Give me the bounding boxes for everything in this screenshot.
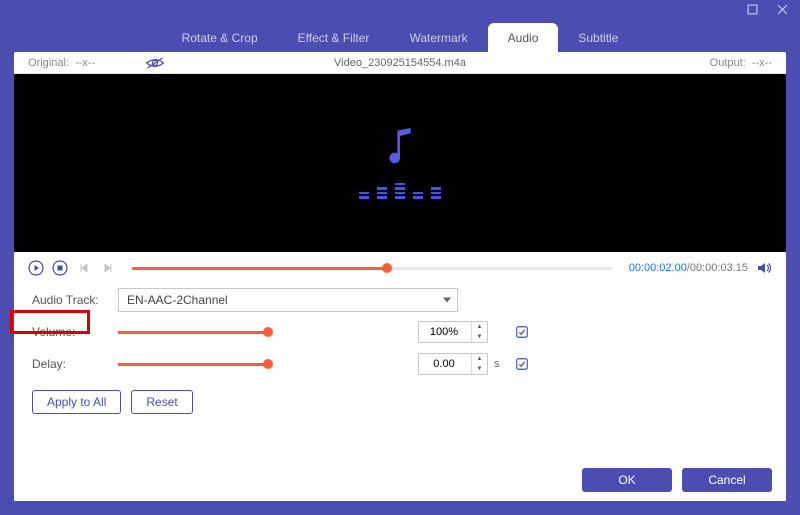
play-button[interactable] [28,260,44,276]
volume-input-wrapper: ▲▼ [418,321,488,343]
tab-strip: Rotate & Crop Effect & Filter Watermark … [0,18,800,52]
playback-progress[interactable] [132,267,613,270]
equalizer-icon [359,181,441,199]
volume-step-down[interactable]: ▼ [472,332,487,342]
next-frame-button[interactable] [100,260,116,276]
output-label: Output: [710,57,746,69]
delay-input[interactable] [419,354,469,374]
music-note-icon [383,128,417,173]
audio-track-value: EN-AAC-2Channel [127,293,228,307]
original-value: --x-- [75,57,95,69]
tab-subtitle[interactable]: Subtitle [558,23,638,52]
reset-button[interactable]: Reset [131,390,192,414]
volume-step-up[interactable]: ▲ [472,322,487,332]
tab-rotate-crop[interactable]: Rotate & Crop [162,23,278,52]
info-bar: Original: --x-- Video_230925154554.m4a O… [14,52,786,74]
prev-frame-button[interactable] [76,260,92,276]
playback-time: 00:00:02.00/00:00:03.15 [629,262,748,274]
original-dimensions: Original: --x-- [14,57,95,69]
chevron-down-icon [443,298,451,303]
video-preview [14,74,786,252]
audio-settings-form: Audio Track: EN-AAC-2Channel Volume: ▲▼ [14,280,786,424]
close-button[interactable] [770,0,794,18]
audio-track-select[interactable]: EN-AAC-2Channel [118,288,458,312]
audio-track-row: Audio Track: EN-AAC-2Channel [32,284,768,316]
cancel-button[interactable]: Cancel [682,468,772,492]
delay-row: Delay: ▲▼ s [32,348,768,380]
output-value: --x-- [752,57,772,69]
original-label: Original: [28,57,69,69]
delay-slider[interactable] [118,363,268,366]
total-time: /00:00:03.15 [687,262,748,274]
volume-row: Volume: ▲▼ [32,316,768,348]
main-panel: Original: --x-- Video_230925154554.m4a O… [14,52,786,501]
audio-track-label: Audio Track: [32,293,118,307]
form-buttons: Apply to All Reset [32,380,768,424]
filename: Video_230925154554.m4a [334,57,466,69]
playback-controls: 00:00:02.00/00:00:03.15 [14,252,786,280]
mute-button[interactable] [756,260,772,276]
delay-reset-icon[interactable] [514,356,530,372]
delay-step-down[interactable]: ▼ [472,364,487,374]
delay-input-wrapper: ▲▼ [418,353,488,375]
maximize-button[interactable] [740,0,764,18]
tab-effect-filter[interactable]: Effect & Filter [278,23,390,52]
ok-button[interactable]: OK [582,468,672,492]
preview-toggle-icon[interactable] [145,56,165,70]
volume-input[interactable] [419,322,469,342]
delay-unit: s [494,358,504,370]
delay-step-up[interactable]: ▲ [472,354,487,364]
volume-label: Volume: [32,325,118,339]
delay-label: Delay: [32,357,118,371]
tab-audio[interactable]: Audio [488,23,559,52]
current-time: 00:00:02.00 [629,262,687,274]
output-dimensions: Output: --x-- [710,57,786,69]
footer-buttons: OK Cancel [14,461,786,501]
tab-watermark[interactable]: Watermark [389,23,487,52]
volume-reset-icon[interactable] [514,324,530,340]
apply-to-all-button[interactable]: Apply to All [32,390,121,414]
volume-slider[interactable] [118,331,268,334]
stop-button[interactable] [52,260,68,276]
